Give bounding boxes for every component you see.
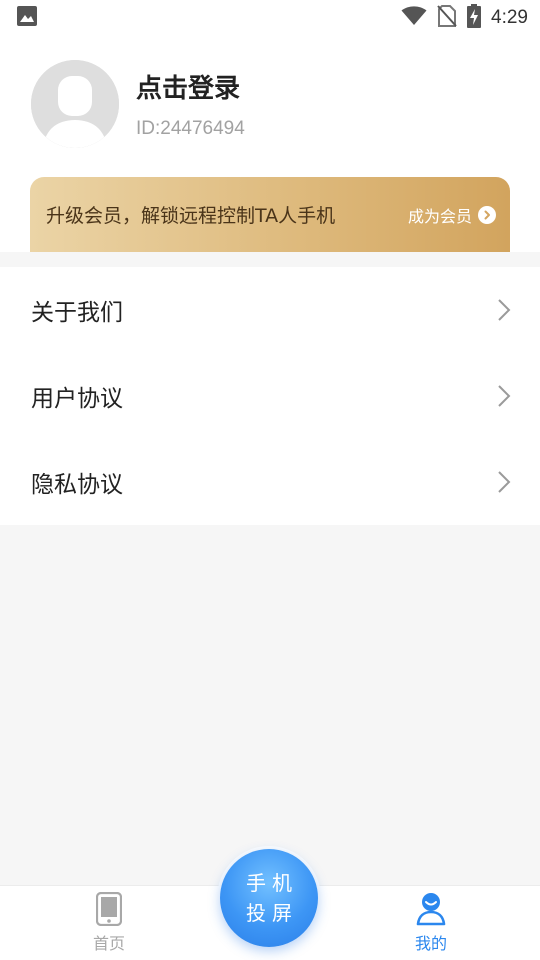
user-icon — [416, 893, 446, 926]
avatar[interactable] — [31, 60, 119, 148]
phone-icon — [96, 892, 122, 926]
status-bar: 4:29 — [0, 0, 540, 36]
tab-home-label: 首页 — [92, 934, 125, 953]
login-link[interactable]: 点击登录 — [136, 68, 240, 105]
default-avatar-icon — [31, 60, 119, 148]
user-id: ID:24476494 — [136, 118, 245, 139]
chevron-right-circle-icon — [478, 205, 496, 224]
app-screen: 4:29 点击登录 ID:24476494 升级会员，解锁远程控制TA人手机 成… — [0, 0, 540, 960]
wifi-icon — [401, 6, 427, 30]
become-member-button[interactable]: 成为会员 — [408, 203, 496, 227]
become-member-label: 成为会员 — [407, 206, 472, 226]
tab-mine-label: 我的 — [414, 934, 447, 953]
menu-item-label: 用户协议 — [31, 386, 123, 412]
menu-item-label: 隐私协议 — [31, 472, 123, 498]
no-sim-icon — [437, 5, 457, 31]
settings-menu: 关于我们 用户协议 隐私协议 — [0, 267, 540, 525]
image-icon — [16, 5, 38, 31]
tab-home[interactable]: 首页 — [49, 892, 169, 956]
profile-header: 点击登录 ID:24476494 升级会员，解锁远程控制TA人手机 成为会员 — [0, 36, 540, 252]
status-time: 4:29 — [491, 7, 528, 28]
cast-button-line-2: 投屏 — [246, 901, 298, 925]
chevron-right-icon — [498, 299, 511, 321]
menu-item-user-agreement[interactable]: 用户协议 — [0, 353, 540, 439]
vip-banner[interactable]: 升级会员，解锁远程控制TA人手机 成为会员 — [30, 177, 510, 252]
chevron-right-icon — [498, 471, 511, 493]
menu-item-label: 关于我们 — [31, 300, 123, 326]
cast-button-line-1: 手机 — [246, 871, 298, 895]
battery-charging-icon — [467, 4, 482, 32]
screen-cast-button[interactable]: 手机 投屏 — [220, 849, 318, 947]
menu-item-about[interactable]: 关于我们 — [0, 267, 540, 353]
tab-mine[interactable]: 我的 — [371, 892, 491, 956]
vip-banner-text: 升级会员，解锁远程控制TA人手机 — [46, 205, 336, 227]
menu-item-privacy-policy[interactable]: 隐私协议 — [0, 439, 540, 525]
chevron-right-icon — [498, 385, 511, 407]
